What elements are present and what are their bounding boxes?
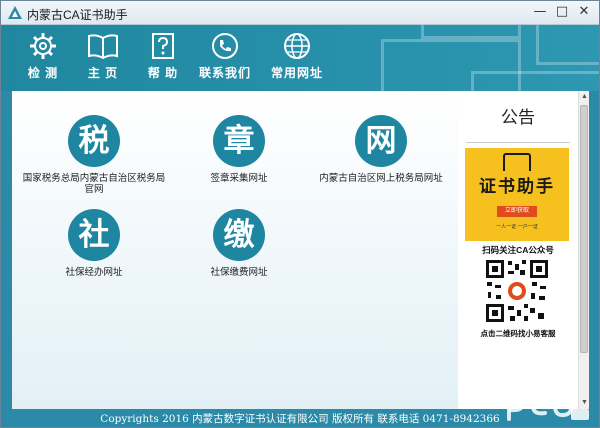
scroll-up-icon[interactable]: ▲ (579, 91, 590, 103)
qr-code-icon[interactable] (484, 258, 550, 324)
toolbar-label: 主 页 (87, 66, 119, 80)
toolbar-detect-button[interactable]: 检 测 (13, 29, 73, 85)
toolbar-contact-button[interactable]: 联系我们 (195, 29, 255, 85)
app-logo-icon (8, 6, 22, 19)
qr-note: 点击二维码找小易客服 (480, 329, 556, 338)
banner-title: 证书助手 (479, 177, 555, 196)
link-label: 国家税务总局内蒙古自治区税务局官网 (22, 173, 166, 195)
seal-glyph-icon: 章 (213, 115, 265, 167)
toolbar: 检 测 主 页 帮 助 联系我们 常用网址 (1, 25, 599, 91)
promo-banner[interactable]: 证书助手 立即获取 一人一证·一户一证 (465, 148, 569, 241)
link-label: 社保经办网址 (65, 267, 123, 278)
globe-icon (284, 33, 310, 59)
toolbar-links-button[interactable]: 常用网址 (267, 29, 327, 85)
window-title: 内蒙古CA证书助手 (27, 8, 128, 22)
qr-caption: 扫码关注CA公众号 (482, 245, 554, 255)
decorative-frame (471, 71, 599, 91)
social-security-payment-link[interactable]: 缴 社保缴费网址 (164, 209, 314, 278)
toolbar-label: 检 测 (27, 66, 59, 80)
web-glyph-icon: 网 (355, 115, 407, 167)
social-security-office-link[interactable]: 社 社保经办网址 (19, 209, 169, 278)
minimize-button[interactable]: — (531, 4, 549, 20)
toolbar-label: 帮 助 (147, 66, 179, 80)
payment-glyph-icon: 缴 (213, 209, 265, 261)
toolbar-label: 常用网址 (270, 66, 323, 80)
link-label: 社保缴费网址 (210, 267, 268, 278)
book-icon (88, 34, 118, 60)
toolbar-help-button[interactable]: 帮 助 (133, 29, 193, 85)
maximize-button[interactable]: □ (553, 4, 571, 20)
help-icon (152, 33, 174, 59)
decorative-frame (536, 25, 599, 65)
tax-glyph-icon: 税 (68, 115, 120, 167)
close-button[interactable]: ✕ (575, 4, 593, 20)
watermark-logo-icon (507, 387, 589, 421)
phone-illustration-icon (503, 153, 531, 171)
link-label: 签章采集网址 (210, 173, 268, 184)
toolbar-home-button[interactable]: 主 页 (73, 29, 133, 85)
banner-tag: 立即获取 (497, 206, 537, 217)
decorative-frame (421, 25, 521, 39)
app-window: 内蒙古CA证书助手 — □ ✕ 检 测 主 页 帮 助 联系我们 常用网址 税 … (0, 0, 600, 428)
phone-icon (212, 33, 238, 59)
divider (466, 142, 570, 143)
seal-collection-link[interactable]: 章 签章采集网址 (164, 115, 314, 184)
gear-icon (30, 33, 56, 59)
main-links-area: 税 国家税务总局内蒙古自治区税务局官网 章 签章采集网址 网 内蒙古自治区网上税… (12, 91, 458, 409)
banner-subtitle: 一人一证·一户一证 (496, 224, 538, 230)
notice-title: 公告 (501, 108, 535, 128)
title-bar: 内蒙古CA证书助手 — □ ✕ (1, 1, 599, 25)
notice-panel: 公告 证书助手 立即获取 一人一证·一户一证 扫码关注CA公众号 点击二维码找小… (458, 91, 578, 409)
toolbar-label: 联系我们 (198, 66, 251, 80)
tax-bureau-link[interactable]: 税 国家税务总局内蒙古自治区税务局官网 (19, 115, 169, 195)
notice-scrollbar[interactable]: ▲ ▼ (578, 91, 589, 409)
online-tax-bureau-link[interactable]: 网 内蒙古自治区网上税务局网址 (306, 115, 456, 184)
social-glyph-icon: 社 (68, 209, 120, 261)
scroll-thumb[interactable] (580, 105, 588, 353)
link-label: 内蒙古自治区网上税务局网址 (319, 173, 443, 184)
